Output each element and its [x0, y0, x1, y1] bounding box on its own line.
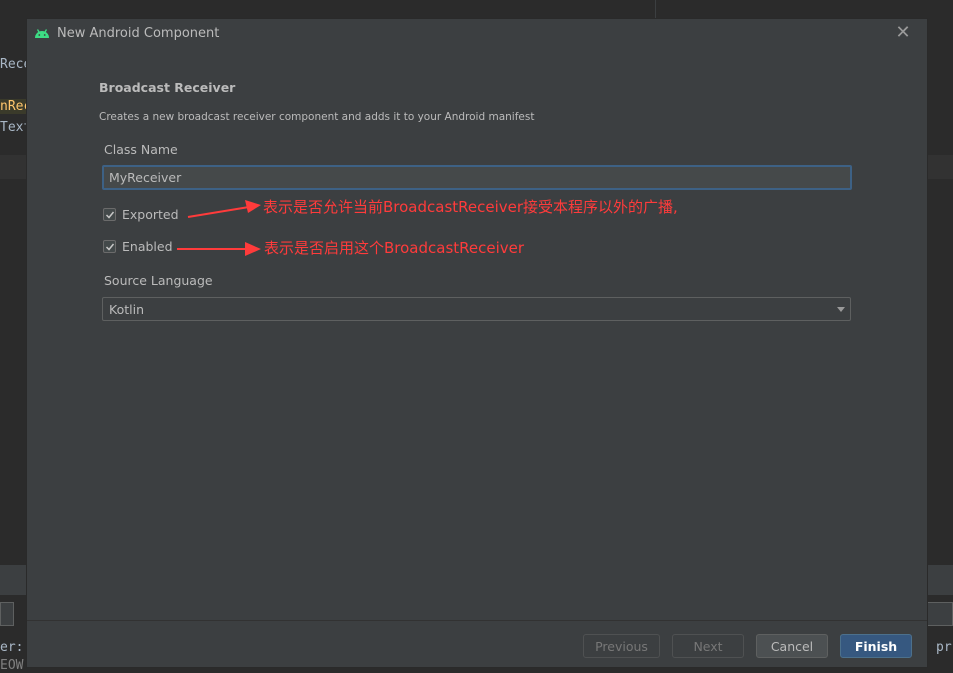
annotation-arrow-enabled	[177, 242, 261, 256]
console-text-right: pr	[936, 640, 952, 655]
panel-dropdown[interactable]	[0, 602, 14, 626]
close-icon[interactable]: ✕	[893, 23, 913, 43]
finish-button[interactable]: Finish	[840, 634, 912, 658]
checkmark-icon	[105, 211, 115, 219]
android-icon	[34, 27, 50, 39]
annotation-arrow-exported	[187, 200, 261, 218]
panel-field[interactable]	[927, 602, 953, 626]
code-line: Text	[0, 120, 27, 135]
component-heading: Broadcast Receiver	[99, 80, 236, 95]
source-language-value: Kotlin	[109, 302, 144, 317]
console-text: er:	[0, 640, 24, 655]
dialog-titlebar: New Android Component ✕	[27, 19, 927, 47]
ide-top-bar	[0, 0, 953, 20]
class-name-label: Class Name	[104, 142, 178, 157]
dialog-title: New Android Component	[57, 26, 220, 41]
next-button[interactable]: Next	[672, 634, 744, 658]
ide-separator	[655, 0, 656, 20]
code-line-highlighted: nRec	[0, 99, 27, 114]
enabled-label: Enabled	[122, 239, 173, 254]
class-name-input[interactable]	[102, 165, 852, 190]
checkmark-icon	[105, 243, 115, 251]
cancel-button[interactable]: Cancel	[756, 634, 828, 658]
enabled-checkbox[interactable]	[103, 240, 116, 253]
dialog-footer-divider	[27, 620, 927, 621]
chevron-down-icon	[837, 307, 845, 312]
exported-label: Exported	[122, 207, 179, 222]
component-description: Creates a new broadcast receiver compone…	[99, 111, 535, 123]
source-language-label: Source Language	[104, 273, 213, 288]
source-language-select[interactable]: Kotlin	[102, 297, 851, 321]
new-android-component-dialog: New Android Component ✕ Broadcast Receiv…	[27, 19, 927, 667]
exported-checkbox[interactable]	[103, 208, 116, 221]
previous-button[interactable]: Previous	[583, 634, 660, 658]
exported-annotation: 表示是否允许当前BroadcastReceiver接受本程序以外的广播,	[263, 198, 678, 216]
code-line: Rece	[0, 57, 27, 72]
enabled-annotation: 表示是否启用这个BroadcastReceiver	[264, 239, 525, 257]
